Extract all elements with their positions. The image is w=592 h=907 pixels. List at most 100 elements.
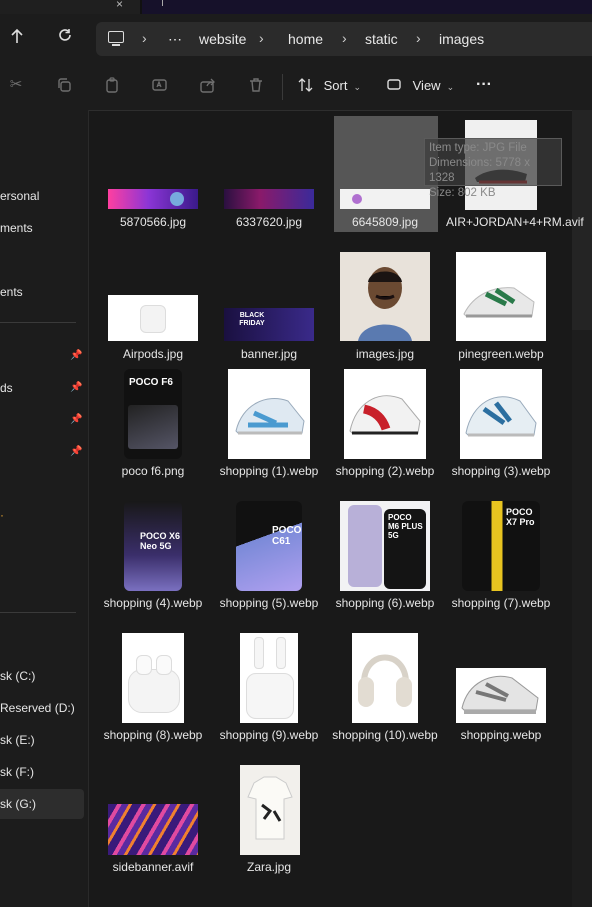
pin-icon[interactable]: 📌	[70, 446, 82, 457]
share-icon[interactable]	[200, 77, 216, 93]
file-name: pinegreen.webp	[458, 347, 544, 361]
file-item[interactable]: BLACK FRIDAY banner.jpg	[214, 250, 324, 370]
sidebar-folder-icon: ·	[0, 508, 4, 522]
chevron-right-icon[interactable]: ›	[342, 30, 347, 46]
tooltip-item-type: Item type: JPG File	[429, 142, 527, 154]
sort-button[interactable]: Sort ⌄	[298, 78, 361, 93]
view-label: View	[412, 78, 441, 93]
file-item[interactable]: images.jpg	[330, 250, 440, 370]
file-thumbnail	[352, 633, 418, 723]
file-name: Zara.jpg	[246, 860, 292, 874]
file-item[interactable]: Zara.jpg	[214, 764, 324, 884]
file-name: 6337620.jpg	[235, 215, 303, 229]
file-item[interactable]: POCO X7 Pro shopping (7).webp	[446, 500, 556, 620]
file-item[interactable]: Airpods.jpg	[98, 250, 208, 370]
file-name: poco f6.png	[121, 464, 185, 478]
file-item[interactable]: POCO F6 poco f6.png	[98, 368, 208, 488]
file-item[interactable]: POCO C61 shopping (5).webp	[214, 500, 324, 620]
chevron-right-icon[interactable]: ›	[259, 30, 264, 46]
refresh-icon[interactable]	[58, 28, 72, 47]
navigation-pane: ersonal ments ents 📌 ds 📌 📌 📌 · sk (C:) …	[0, 110, 89, 907]
more-options-button[interactable]: ···	[476, 76, 492, 94]
pin-icon[interactable]: 📌	[70, 382, 82, 393]
view-button[interactable]: View ⌄	[387, 78, 454, 93]
chevron-down-icon: ⌄	[353, 82, 362, 92]
cut-icon[interactable]: ✂	[8, 77, 24, 93]
tab-new[interactable]	[142, 0, 592, 14]
sidebar-drive-f[interactable]: sk (F:)	[0, 765, 34, 779]
file-thumbnail	[456, 252, 546, 341]
sidebar-item-downloads[interactable]: ds	[0, 381, 13, 395]
sidebar-drive-e[interactable]: sk (E:)	[0, 733, 35, 747]
arrow-up-icon[interactable]	[10, 28, 24, 49]
file-item[interactable]: POCO M6 PLUS 5G shopping (6).webp	[330, 500, 440, 620]
file-name: shopping (3).webp	[451, 464, 551, 478]
file-name: shopping (5).webp	[219, 596, 319, 610]
view-icon	[387, 78, 413, 93]
file-thumbnail: POCO C61	[236, 501, 302, 591]
breadcrumb-more[interactable]: ⋯	[168, 31, 182, 48]
phone-brand-text: POCO F6	[129, 377, 173, 388]
breadcrumb-home[interactable]: home	[288, 31, 323, 47]
phone-brand-text: POCO X7 Pro	[506, 507, 535, 527]
phone-brand-text: POCO X6 Neo 5G	[140, 531, 181, 551]
sidebar-item-documents[interactable]: ments	[0, 221, 33, 235]
sidebar-drive-c[interactable]: sk (C:)	[0, 669, 35, 683]
rename-icon[interactable]	[152, 77, 168, 93]
chevron-right-icon[interactable]: ›	[416, 30, 421, 46]
file-item[interactable]: shopping (2).webp	[330, 368, 440, 488]
file-item[interactable]: shopping.webp	[446, 632, 556, 752]
pin-icon[interactable]: 📌	[70, 414, 82, 425]
sort-label: Sort	[323, 78, 348, 93]
breadcrumb-website[interactable]: website	[199, 31, 246, 47]
file-thumbnail: BLACK FRIDAY	[224, 308, 314, 341]
breadcrumb-images[interactable]: images	[439, 31, 484, 47]
file-item[interactable]: shopping (1).webp	[214, 368, 324, 488]
file-item[interactable]: POCO X6 Neo 5G shopping (4).webp	[98, 500, 208, 620]
sidebar-item-personal[interactable]: ersonal	[0, 189, 39, 203]
delete-icon[interactable]	[248, 77, 264, 93]
file-name: shopping (4).webp	[103, 596, 203, 610]
sidebar-divider	[0, 612, 76, 613]
file-item[interactable]: shopping (8).webp	[98, 632, 208, 752]
file-name: shopping (2).webp	[335, 464, 435, 478]
sort-icon	[298, 78, 324, 93]
sidebar-item-recents[interactable]: ents	[0, 285, 23, 299]
file-name: shopping (1).webp	[219, 464, 319, 478]
chevron-right-icon[interactable]: ›	[142, 30, 147, 46]
file-name: shopping (6).webp	[335, 596, 435, 610]
file-thumbnail	[224, 189, 314, 209]
copy-icon[interactable]	[56, 77, 72, 93]
this-pc-icon[interactable]	[108, 31, 124, 46]
tooltip-dimensions: Dimensions: 5778 x 1328	[429, 157, 530, 184]
file-name: shopping (7).webp	[451, 596, 551, 610]
banner-text: BLACK FRIDAY	[239, 312, 265, 327]
file-thumbnail	[240, 633, 298, 723]
command-bar: ✂ Sort ⌄ View ⌄ ···	[0, 64, 592, 111]
sidebar-drive-d[interactable]: Reserved (D:)	[0, 701, 75, 715]
file-item[interactable]: 6337620.jpg	[214, 118, 324, 238]
chevron-down-icon: ⌄	[446, 82, 455, 92]
address-bar[interactable]: › ⋯ › website home › static › images	[96, 22, 592, 56]
scrollbar[interactable]	[572, 110, 592, 907]
tab-close-icon[interactable]: ×	[116, 0, 123, 11]
file-thumbnail: POCO F6	[124, 369, 182, 459]
file-item[interactable]: shopping (3).webp	[446, 368, 556, 488]
file-name: banner.jpg	[240, 347, 298, 361]
file-name: Airpods.jpg	[122, 347, 184, 361]
file-item[interactable]: pinegreen.webp	[446, 250, 556, 370]
file-item[interactable]: sidebanner.avif	[98, 764, 208, 884]
sidebar-divider	[0, 322, 76, 323]
tooltip-size: Size: 802 KB	[429, 187, 496, 199]
breadcrumb-static[interactable]: static	[365, 31, 398, 47]
file-thumbnail	[340, 252, 430, 341]
file-thumbnail	[456, 668, 546, 723]
file-item[interactable]: 5870566.jpg	[98, 118, 208, 238]
file-item[interactable]: shopping (9).webp	[214, 632, 324, 752]
file-name: shopping.webp	[460, 728, 542, 742]
sidebar-drive-g[interactable]: sk (G:)	[0, 797, 36, 811]
file-item[interactable]: shopping (10).webp	[330, 632, 440, 752]
pin-icon[interactable]: 📌	[70, 350, 82, 361]
file-name: 6645809.jpg	[351, 215, 419, 229]
paste-icon[interactable]	[104, 77, 120, 93]
